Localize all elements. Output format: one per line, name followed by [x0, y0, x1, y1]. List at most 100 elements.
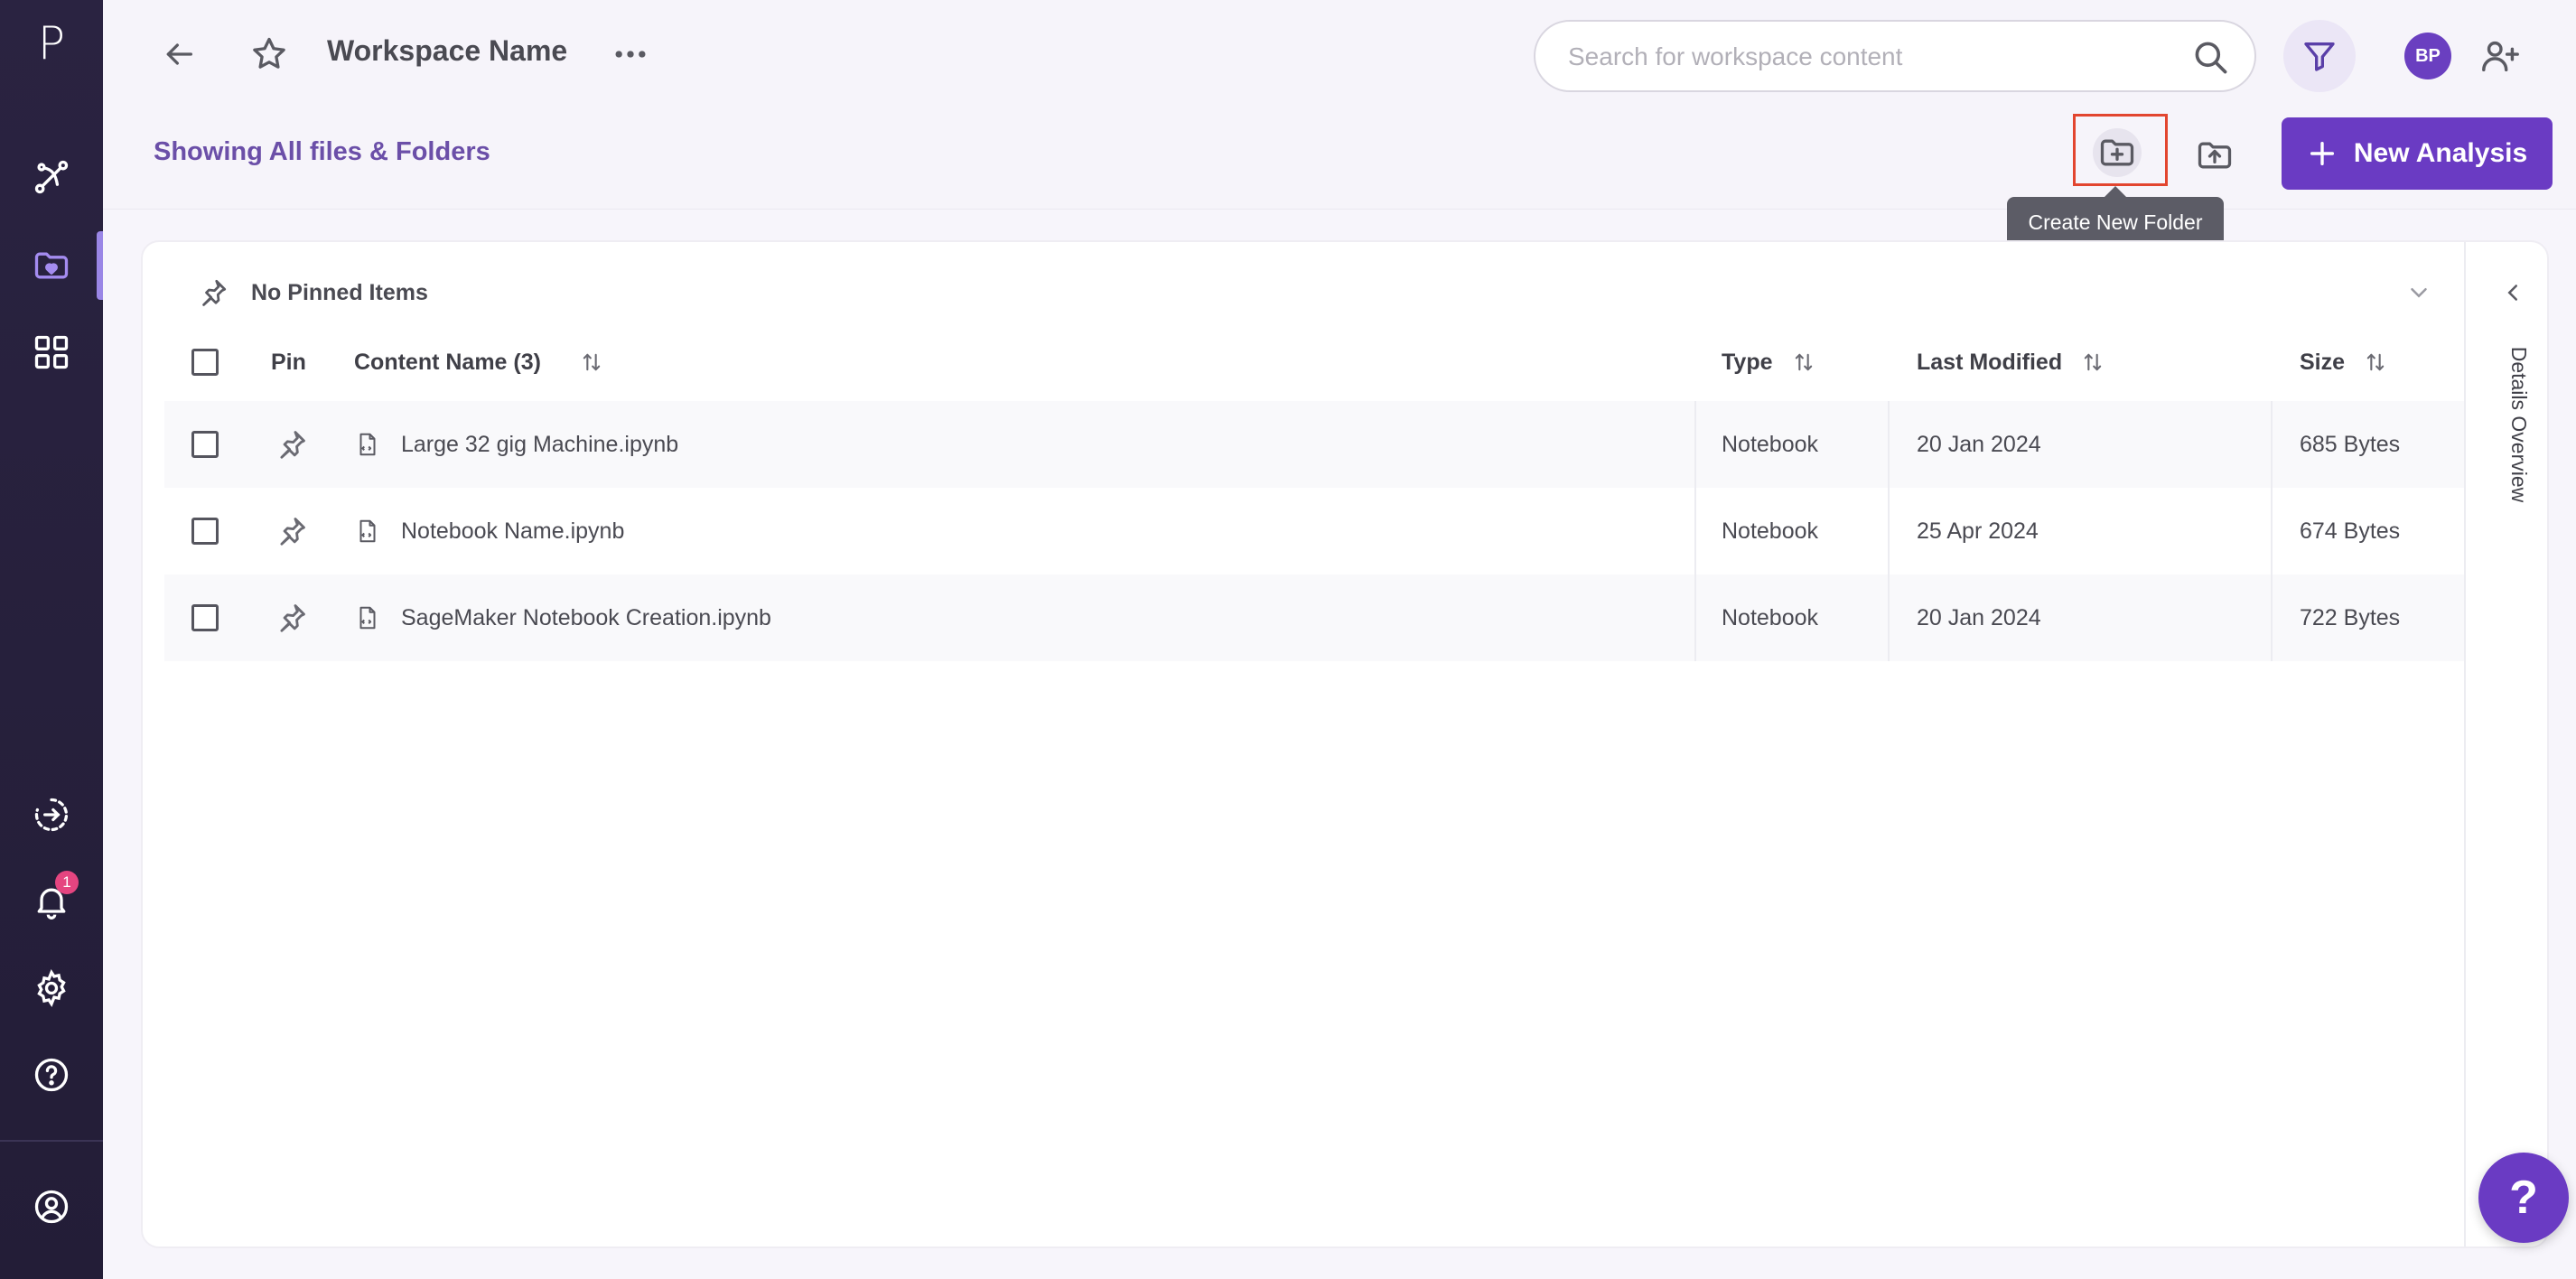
sidebar-item-settings[interactable]	[0, 952, 103, 1024]
login-circle-icon	[34, 798, 69, 832]
grid-icon	[34, 335, 69, 369]
search-box	[1534, 20, 2256, 92]
row-size: 674 Bytes	[2300, 518, 2401, 544]
row-modified: 25 Apr 2024	[1917, 518, 2039, 544]
help-circle-icon	[34, 1058, 69, 1092]
sidebar-item-workspaces[interactable]	[0, 229, 103, 302]
column-divider	[1888, 401, 1890, 661]
content-table: Pin Content Name (3) Type Last Modified …	[164, 323, 2464, 661]
content-filter-label: Showing All files & Folders	[154, 137, 490, 166]
folder-upload-icon	[2198, 142, 2232, 169]
back-button[interactable]	[157, 33, 201, 76]
chevron-left-icon	[2507, 285, 2517, 301]
gear-icon	[37, 969, 66, 1007]
row-name[interactable]: SageMaker Notebook Creation.ipynb	[401, 605, 771, 631]
row-name[interactable]: Notebook Name.ipynb	[401, 518, 624, 545]
pin-icon	[280, 604, 305, 632]
sort-icon[interactable]	[2080, 350, 2105, 375]
plus-icon	[2310, 141, 2334, 166]
pinned-items-label: No Pinned Items	[251, 279, 428, 305]
row-type: Notebook	[1722, 604, 1819, 630]
content-panel: No Pinned Items Pin Content Name (3) Typ…	[141, 240, 2549, 1248]
top-bar: Workspace Name BP	[103, 0, 2576, 112]
table-row[interactable]: SageMaker Notebook Creation.ipynb Notebo…	[164, 574, 2464, 661]
pin-icon	[280, 431, 305, 459]
details-overview-tab[interactable]: Details Overview	[2504, 334, 2531, 515]
search-icon[interactable]	[2191, 38, 2231, 78]
sidebar-item-pipelines[interactable]	[0, 141, 103, 213]
details-panel-divider	[2464, 242, 2466, 1246]
row-size: 685 Bytes	[2300, 431, 2401, 457]
row-checkbox[interactable]	[191, 518, 219, 545]
col-size-label: Size	[2300, 349, 2346, 375]
help-fab-button[interactable]: ?	[2478, 1153, 2569, 1243]
col-last-modified-label: Last Modified	[1917, 349, 2063, 375]
search-input[interactable]	[1568, 38, 2182, 76]
add-user-button[interactable]	[2475, 31, 2525, 81]
pin-icon	[202, 279, 227, 306]
more-options-button[interactable]	[609, 33, 652, 76]
arrow-left-icon	[166, 43, 192, 65]
highlight-box	[2073, 114, 2168, 186]
workspace-title: Workspace Name	[327, 34, 568, 67]
favorite-button[interactable]	[247, 33, 291, 76]
filter-button[interactable]	[2283, 20, 2356, 92]
row-pin-button[interactable]	[275, 488, 309, 574]
app-logo[interactable]: P	[0, 14, 103, 72]
column-divider	[2271, 401, 2273, 661]
table-row[interactable]: Notebook Name.ipynb Notebook 25 Apr 2024…	[164, 488, 2464, 574]
sidebar: P 1	[0, 0, 103, 1279]
sort-icon[interactable]	[2363, 350, 2388, 375]
row-size: 722 Bytes	[2300, 604, 2401, 630]
new-analysis-label: New Analysis	[2353, 138, 2528, 168]
notebook-file-icon	[359, 606, 376, 630]
sidebar-item-dashboard[interactable]	[0, 316, 103, 388]
row-checkbox[interactable]	[191, 604, 219, 631]
sidebar-divider	[0, 1140, 103, 1142]
row-checkbox[interactable]	[191, 431, 219, 458]
upload-folder-button[interactable]	[2189, 130, 2240, 181]
col-content-name[interactable]: Content Name (3)	[354, 323, 604, 401]
pipeline-icon	[34, 160, 69, 194]
user-plus-icon	[2482, 41, 2519, 72]
sidebar-item-integrations[interactable]	[0, 779, 103, 851]
column-divider	[1694, 401, 1696, 661]
sidebar-item-notifications[interactable]	[0, 865, 103, 938]
folder-heart-icon	[34, 252, 69, 279]
user-circle-icon	[34, 1190, 69, 1224]
row-type: Notebook	[1722, 431, 1819, 457]
sort-icon[interactable]	[1791, 350, 1816, 375]
star-icon	[253, 37, 285, 69]
col-type[interactable]: Type	[1722, 323, 1816, 401]
table-row[interactable]: Large 32 gig Machine.ipynb Notebook 20 J…	[164, 401, 2464, 488]
col-size[interactable]: Size	[2300, 323, 2388, 401]
more-horizontal-icon	[615, 51, 646, 58]
pinned-items-row: No Pinned Items	[197, 275, 428, 311]
row-name[interactable]: Large 32 gig Machine.ipynb	[401, 432, 678, 458]
row-pin-button[interactable]	[275, 401, 309, 488]
details-panel-toggle[interactable]	[2495, 275, 2531, 311]
select-all-checkbox[interactable]	[191, 349, 219, 376]
sidebar-active-indicator	[97, 231, 103, 300]
chevron-down-icon	[2411, 288, 2427, 298]
avatar[interactable]: BP	[2404, 33, 2451, 79]
new-analysis-button[interactable]: New Analysis	[2282, 117, 2553, 190]
pin-icon	[280, 518, 305, 546]
notebook-file-icon	[359, 519, 376, 543]
pinned-expand-toggle[interactable]	[2401, 275, 2437, 311]
row-type: Notebook	[1722, 518, 1819, 544]
sidebar-item-profile[interactable]	[0, 1171, 103, 1243]
notification-badge: 1	[55, 871, 79, 894]
row-modified: 20 Jan 2024	[1917, 604, 2041, 630]
col-content-name-label: Content Name (3)	[354, 349, 541, 375]
col-pin: Pin	[271, 349, 306, 375]
col-last-modified[interactable]: Last Modified	[1917, 323, 2105, 401]
notebook-file-icon	[359, 433, 376, 456]
table-header: Pin Content Name (3) Type Last Modified …	[164, 323, 2464, 401]
col-type-label: Type	[1722, 349, 1773, 375]
sort-icon[interactable]	[579, 350, 604, 375]
filter-icon	[2304, 42, 2335, 71]
row-pin-button[interactable]	[275, 574, 309, 661]
sidebar-item-help[interactable]	[0, 1039, 103, 1111]
details-overview-label: Details Overview	[2507, 346, 2531, 503]
